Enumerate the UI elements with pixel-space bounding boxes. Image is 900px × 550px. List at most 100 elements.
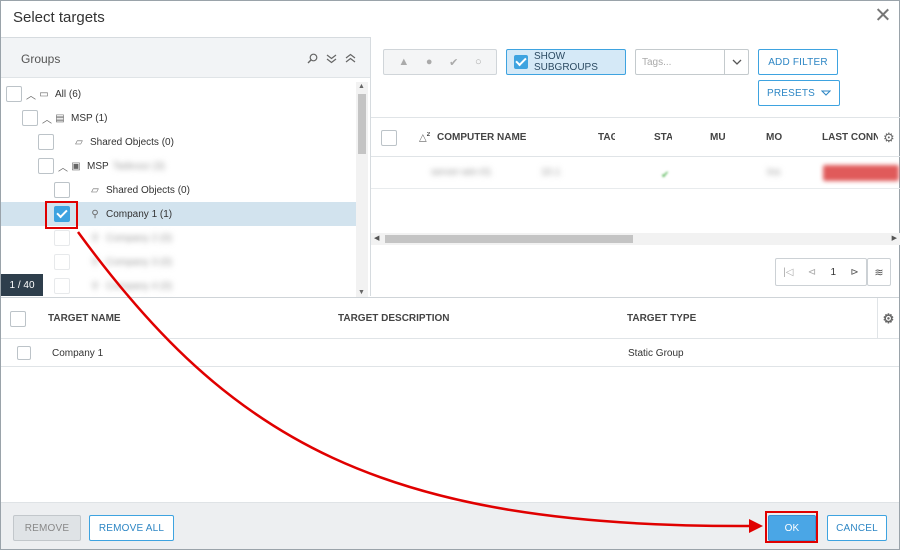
scroll-up-icon[interactable]: ▲ [358,83,365,90]
tree-label: MSP [87,160,109,172]
tree-checkbox[interactable] [22,110,38,126]
tree-label: Shared Objects (0) [106,184,190,196]
circle-icon[interactable]: ○ [475,56,482,68]
company-icon: ⚲ [91,280,99,292]
column-target-description[interactable]: TARGET DESCRIPTION [338,313,449,324]
tree-checkbox[interactable] [38,158,54,174]
table-row[interactable]: Company 1 Static Group [1,339,899,367]
tags-field[interactable] [635,49,749,75]
pagination: |◁ ⊲ 1 ⊳ [775,258,867,286]
cancel-button[interactable]: CANCEL [827,515,887,541]
column-computer-name[interactable]: COMPUTER NAME [437,132,526,143]
dialog-title-bar: Select targets [1,1,899,35]
chevron-down-icon[interactable] [724,50,748,74]
column-mo[interactable]: MO [766,132,784,143]
folder-icon: ▣ [71,160,81,172]
ok-button[interactable]: OK [768,515,816,541]
layers-icon[interactable]: ≋ [867,258,891,286]
status-ok-icon: ✔ [661,170,670,181]
dialog-footer: REMOVE REMOVE ALL OK CANCEL [1,502,899,549]
presets-button[interactable]: PRESETS [758,80,840,106]
tree-row-all[interactable]: ︿ ▭ All (6) [1,82,356,106]
warning-icon[interactable]: ▲ [398,56,409,68]
tree-row-msp-sub[interactable]: ︿ ▣ MSP Tadeusz (3) [1,154,356,178]
computers-table-header: △2 COMPUTER NAME TAG STA MU MO LAST CONN… [371,117,900,157]
tree-checkbox[interactable] [54,254,70,270]
shared-folder-icon: ▱ [91,184,99,196]
remove-all-button[interactable]: REMOVE ALL [89,515,174,541]
select-all-targets-checkbox[interactable] [10,311,26,327]
scroll-left-icon[interactable]: ◀ [374,234,379,242]
prev-page-icon[interactable]: ⊲ [808,267,816,278]
scrollbar-thumb[interactable] [358,94,366,154]
chevron-up-icon[interactable]: ︿ [41,111,53,126]
next-page-icon[interactable]: ⊳ [850,267,858,278]
selection-counter: 1 / 40 [1,274,43,296]
gear-icon[interactable]: ⚙ [877,298,899,339]
close-icon[interactable] [875,7,891,23]
chevron-up-icon[interactable]: ︿ [25,87,37,102]
tree-row-shared-objects-sub[interactable]: ▱ Shared Objects (0) [1,178,356,202]
add-filter-button[interactable]: ADD FILTER [758,49,838,75]
triangle-down-icon [820,88,832,99]
computers-hscrollbar[interactable]: ◀ ▶ [371,233,900,245]
presets-label: PRESETS [766,87,816,99]
tree-row-blurred[interactable]: ⚲ Company 3 (0) [1,250,356,274]
tree-checkbox[interactable] [6,86,22,102]
folder-icon: ▭ [39,88,49,100]
gear-icon[interactable]: ⚙ [883,130,895,146]
company-icon: ⚲ [91,208,99,220]
computer-row[interactable]: server-win-01 10.1 ✔ Ins [371,157,900,189]
tags-input[interactable] [636,50,724,74]
collapse-all-icon[interactable] [344,52,356,64]
company-icon: ⚲ [91,232,99,244]
target-type: Static Group [628,348,684,359]
tree-checkbox[interactable] [38,134,54,150]
tree-checkbox[interactable] [54,230,70,246]
sort-asc-icon[interactable]: △2 [419,132,430,143]
computer-name: server-win-01 [431,167,492,178]
alert-icon[interactable]: ● [426,56,433,68]
tree-row-blurred[interactable]: ⚲ Company 2 (0) [1,226,356,250]
scroll-right-icon[interactable]: ▶ [892,234,897,242]
show-subgroups-checkbox[interactable] [514,55,528,69]
tree-label: All (6) [55,88,82,100]
tree-label-blurred: Company 3 (0) [106,256,173,268]
first-page-icon[interactable]: |◁ [783,267,793,278]
select-all-computers-checkbox[interactable] [381,130,397,146]
chevron-up-icon[interactable]: ︿ [57,159,69,174]
shared-folder-icon: ▱ [75,136,83,148]
column-mu[interactable]: MU [710,132,728,143]
sort-index: 2 [426,132,431,138]
tree-checkbox-checked[interactable] [54,206,70,222]
column-tag[interactable]: TAG [598,132,615,143]
targets-table: TARGET NAME TARGET DESCRIPTION TARGET TY… [1,297,899,502]
remove-button[interactable]: REMOVE [13,515,81,541]
column-target-name[interactable]: TARGET NAME [48,313,121,324]
column-status[interactable]: STA [654,132,672,143]
show-subgroups-toggle[interactable]: SHOW SUBGROUPS [506,49,626,75]
tree-label-blurred: Tadeusz (3) [112,160,165,172]
select-targets-dialog: Select targets Groups ︿ ▭ All (6) ︿ ▤ MS… [0,0,900,550]
computer-mo: Ins [767,167,781,178]
expand-all-icon[interactable] [325,52,337,64]
scrollbar-thumb[interactable] [385,235,633,243]
computers-pane: ▲ ● ✔ ○ SHOW SUBGROUPS ADD FILTER PRESET… [370,37,900,296]
show-subgroups-label: SHOW SUBGROUPS [534,51,598,73]
tree-row-msp[interactable]: ︿ ▤ MSP (1) [1,106,356,130]
column-target-type[interactable]: TARGET TYPE [627,313,696,324]
tree-row-shared-objects[interactable]: ▱ Shared Objects (0) [1,130,356,154]
search-icon[interactable] [306,52,318,64]
groups-header: Groups [1,38,370,78]
tree-scrollbar[interactable]: ▲ ▼ [356,82,368,297]
check-icon[interactable]: ✔ [449,56,458,69]
remove-all-label: REMOVE ALL [98,522,165,534]
tree-checkbox[interactable] [54,182,70,198]
tree-row-blurred[interactable]: ⚲ Company 4 (0) [1,274,356,297]
scroll-down-icon[interactable]: ▼ [358,289,365,296]
tree-row-company-1[interactable]: ⚲ Company 1 (1) [1,202,356,226]
column-last-connected[interactable]: LAST CONN [822,132,878,143]
tree-checkbox[interactable] [54,278,70,294]
row-checkbox[interactable] [17,346,31,360]
last-connected-badge [823,165,899,181]
